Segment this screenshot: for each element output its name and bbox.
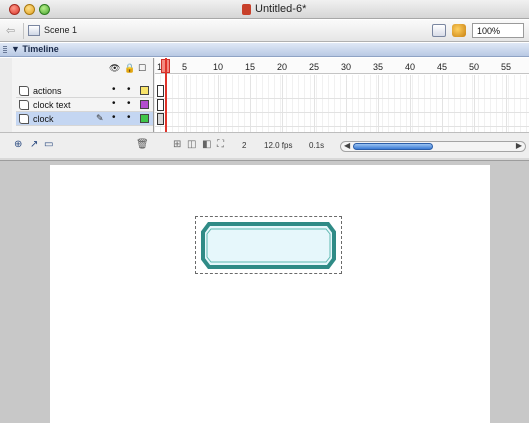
lock-icon[interactable]: 🔒 [124,63,135,74]
keyframe-actions[interactable] [157,85,164,97]
layer-name: actions [33,86,62,96]
add-motion-guide-icon[interactable]: ↗ [30,139,38,150]
edit-symbols-icon[interactable] [452,24,466,37]
layer-icon [19,114,29,124]
timeline-title: ▼ Timeline [11,44,59,54]
insert-layer-icon[interactable]: ⊕ [14,139,22,150]
frame-rate: 12.0 fps [264,141,293,150]
frame-row-divider [155,112,529,113]
timeline-status-bar: ⊕ ↗ ▭ 🗑 ⊞ ◫ ◧ ⛶ 2 12.0 fps 0.1s ◀ ▶ [0,132,529,158]
layer-color-swatch[interactable] [140,100,149,109]
pencil-icon: ✎ [96,113,104,123]
stage[interactable] [50,165,490,423]
back-arrow-icon[interactable]: ⇦ [6,24,15,37]
layer-row-clock[interactable]: clock ✎ • • [16,112,153,126]
layer-icon [19,100,29,110]
onion-outlines-icon[interactable]: ◧ [202,139,211,150]
panel-grip-icon[interactable] [3,46,7,54]
layer-color-swatch[interactable] [140,114,149,123]
timeline-panel-header[interactable]: ▼ Timeline [0,43,529,57]
lock-dot[interactable]: • [127,112,131,123]
current-frame: 2 [242,141,247,150]
close-window-button[interactable] [9,4,20,15]
window-title: Untitled-6* [255,3,307,15]
eye-icon[interactable]: 👁 [109,63,120,74]
document-icon [242,4,251,15]
scroll-left-icon[interactable]: ◀ [344,141,350,150]
frame-number: 45 [437,62,448,72]
scene-breadcrumb[interactable]: Scene 1 [44,25,77,35]
frame-grid[interactable] [155,75,529,132]
layer-row-actions[interactable]: actions • • [16,84,153,98]
edit-bar: ⇦ Scene 1 100% [0,20,529,42]
scroll-thumb[interactable] [353,143,433,150]
frame-ruler[interactable]: 1 5 10 15 20 25 30 35 40 45 50 55 [155,58,529,74]
layer-icon [19,86,29,96]
layer-name: clock text [33,100,71,110]
frame-number: 55 [501,62,512,72]
clock-frame-shape [201,222,336,269]
frame-number: 5 [182,62,188,72]
timeline-horizontal-scrollbar[interactable]: ◀ ▶ [340,141,526,152]
visibility-dot[interactable]: • [112,98,116,109]
onion-skin-icon[interactable]: ◫ [187,139,196,150]
frames-area[interactable]: 1 5 10 15 20 25 30 35 40 45 50 55 [155,58,529,132]
layer-name: clock [33,114,54,124]
frame-row-divider [155,126,529,127]
outline-icon[interactable]: ☐ [138,63,146,74]
insert-layer-folder-icon[interactable]: ▭ [44,139,53,150]
frame-number: 25 [309,62,320,72]
zoom-input[interactable]: 100% [472,23,524,38]
lock-dot[interactable]: • [127,84,131,95]
frame-number: 30 [341,62,352,72]
frame-number: 35 [373,62,384,72]
frame-number: 10 [213,62,224,72]
scroll-right-icon[interactable]: ▶ [516,141,522,150]
frame-row-divider [155,98,529,99]
frame-number: 15 [245,62,256,72]
scene-icon [28,25,40,36]
lock-dot[interactable]: • [127,98,131,109]
edit-multiple-frames-icon[interactable]: ⛶ [217,139,224,150]
clock-symbol[interactable] [201,222,336,269]
frame-number: 50 [469,62,480,72]
frame-number: 40 [405,62,416,72]
minimize-window-button[interactable] [24,4,35,15]
visibility-dot[interactable]: • [112,112,116,123]
zoom-window-button[interactable] [39,4,50,15]
frame-number: 20 [277,62,288,72]
center-frame-icon[interactable]: ⊞ [173,139,181,150]
edit-scene-icon[interactable] [432,24,446,37]
delete-layer-icon[interactable]: 🗑 [136,139,149,150]
keyframe-clock-text[interactable] [157,99,164,111]
elapsed-time: 0.1s [309,141,325,150]
layer-row-clock-text[interactable]: clock text • • [16,98,153,112]
keyframe-clock[interactable] [157,113,164,125]
divider [23,23,24,39]
window-title-bar: Untitled-6* [0,0,529,19]
layer-color-swatch[interactable] [140,86,149,95]
visibility-dot[interactable]: • [112,84,116,95]
